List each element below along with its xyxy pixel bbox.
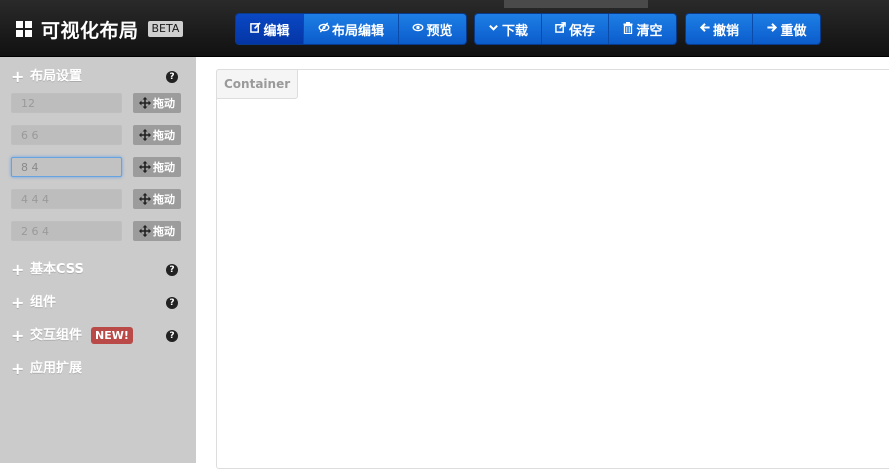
layout-edit-button[interactable]: 布局编辑 (304, 14, 399, 44)
help-icon[interactable]: ? (166, 264, 178, 276)
arrow-right-icon (766, 22, 778, 36)
file-actions-group: 下载 保存 清空 (475, 14, 676, 44)
plus-icon: + (11, 326, 25, 345)
drag-label: 拖动 (153, 129, 175, 142)
eye-icon (412, 22, 424, 36)
top-navbar: 可视化布局 BETA 编辑 布局编辑 预览 下载 保存 清空 撤销 重做 (0, 0, 889, 57)
section-basic-css[interactable]: + 基本CSS ? (0, 260, 196, 280)
section-layout-settings[interactable]: + 布局设置 ? (0, 67, 196, 87)
container-label: Container (216, 69, 299, 99)
section-interactive-components[interactable]: + 交互组件 NEW! ? (0, 326, 196, 346)
download-button-label: 下载 (501, 23, 528, 39)
grid-columns-input[interactable] (11, 221, 122, 241)
drag-label: 拖动 (153, 97, 175, 110)
move-icon (139, 193, 151, 205)
browser-tab-strip (504, 0, 648, 8)
help-icon[interactable]: ? (166, 71, 178, 83)
undo-button-label: 撤销 (712, 23, 739, 39)
help-icon[interactable]: ? (166, 330, 178, 342)
plus-icon: + (11, 293, 25, 312)
section-components[interactable]: + 组件 ? (0, 293, 196, 313)
grid-columns-input[interactable] (11, 93, 122, 113)
drag-label: 拖动 (153, 225, 175, 238)
drag-button[interactable]: 拖动 (133, 189, 181, 209)
edit-button-label: 编辑 (263, 23, 290, 39)
grid-row-item: 拖动 (0, 157, 196, 177)
sidebar: + 布局设置 ? 拖动 拖动 拖动 拖动 拖 (0, 57, 196, 463)
help-icon[interactable]: ? (166, 297, 178, 309)
edit-button[interactable]: 编辑 (236, 14, 304, 44)
grid-columns-input[interactable] (11, 125, 122, 145)
share-icon (555, 22, 567, 36)
section-label: 交互组件 (30, 328, 83, 343)
drag-button[interactable]: 拖动 (133, 157, 181, 177)
drag-label: 拖动 (153, 193, 175, 206)
section-label: 基本CSS (30, 262, 84, 277)
redo-button-label: 重做 (780, 23, 807, 39)
layout-edit-button-label: 布局编辑 (331, 23, 384, 39)
section-label: 组件 (30, 295, 57, 310)
move-icon (139, 161, 151, 173)
redo-button[interactable]: 重做 (753, 14, 820, 44)
section-app-extensions[interactable]: + 应用扩展 (0, 359, 196, 379)
preview-button-label: 预览 (426, 23, 453, 39)
grid-icon (16, 21, 32, 37)
save-button[interactable]: 保存 (542, 14, 609, 44)
container-dropzone[interactable]: Container (216, 69, 889, 469)
trash-icon (622, 21, 634, 37)
new-badge: NEW! (91, 327, 133, 344)
drag-button[interactable]: 拖动 (133, 125, 181, 145)
chevron-down-icon (488, 22, 500, 36)
edit-mode-group: 编辑 布局编辑 预览 (236, 14, 466, 44)
beta-badge: BETA (147, 21, 184, 37)
plus-icon: + (11, 67, 25, 86)
move-icon (139, 129, 151, 141)
brand[interactable]: 可视化布局 BETA (16, 17, 184, 42)
grid-row-item: 拖动 (0, 93, 196, 113)
move-icon (139, 97, 151, 109)
section-label: 应用扩展 (30, 361, 83, 376)
save-button-label: 保存 (568, 23, 595, 39)
grid-columns-input[interactable] (11, 157, 122, 177)
grid-row-item: 拖动 (0, 221, 196, 241)
brand-title: 可视化布局 (41, 19, 139, 42)
history-group: 撤销 重做 (686, 14, 820, 44)
clear-button[interactable]: 清空 (609, 14, 676, 44)
download-button[interactable]: 下载 (475, 14, 542, 44)
preview-button[interactable]: 预览 (399, 14, 466, 44)
grid-row-item: 拖动 (0, 125, 196, 145)
plus-icon: + (11, 260, 25, 279)
grid-row-item: 拖动 (0, 189, 196, 209)
arrow-left-icon (699, 22, 711, 36)
undo-button[interactable]: 撤销 (686, 14, 753, 44)
move-icon (139, 225, 151, 237)
main-canvas: Container (196, 57, 889, 469)
drag-button[interactable]: 拖动 (133, 221, 181, 241)
eye-slash-icon (318, 22, 330, 36)
grid-columns-input[interactable] (11, 189, 122, 209)
drag-label: 拖动 (153, 161, 175, 174)
clear-button-label: 清空 (636, 23, 663, 39)
plus-icon: + (11, 359, 25, 378)
section-label: 布局设置 (30, 69, 83, 84)
drag-button[interactable]: 拖动 (133, 93, 181, 113)
edit-icon (249, 22, 261, 36)
